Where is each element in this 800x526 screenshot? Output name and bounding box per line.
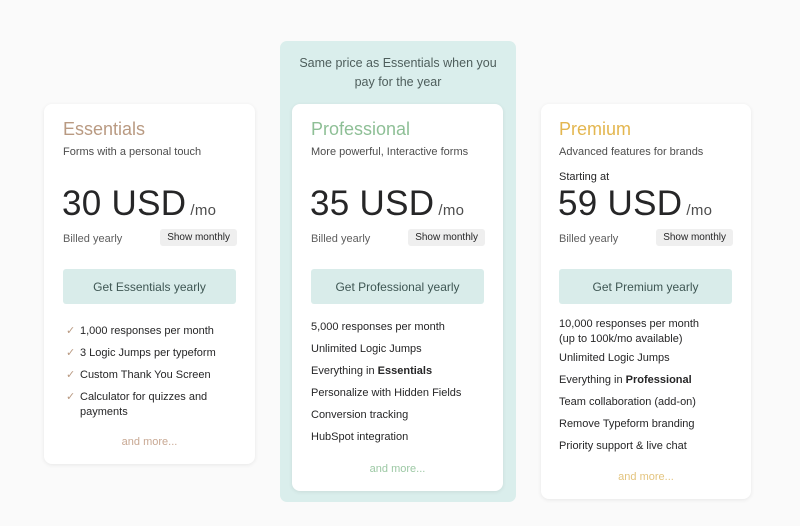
show-monthly-button[interactable]: Show monthly: [160, 229, 237, 246]
feature-item: ✓ 1,000 responses per month: [66, 325, 214, 337]
plan-card-essentials: Essentials Forms with a personal touch 3…: [44, 104, 255, 464]
plan-price: 35 USD/mo: [310, 184, 464, 224]
and-more-link[interactable]: and more...: [292, 463, 503, 475]
and-more-link[interactable]: and more...: [541, 471, 751, 483]
and-more-link[interactable]: and more...: [44, 436, 255, 448]
feature-item: 5,000 responses per month: [311, 321, 445, 333]
feature-item: 10,000 responses per month (up to 100k/m…: [559, 318, 700, 345]
plan-card-professional: Professional More powerful, Interactive …: [292, 104, 503, 491]
plan-subtitle: Forms with a personal touch: [63, 146, 202, 158]
price-amount: 59 USD: [558, 184, 683, 223]
price-amount: 35 USD: [310, 184, 435, 223]
checkmark-icon: ✓: [66, 369, 76, 381]
plan-name: Essentials: [63, 119, 146, 139]
get-professional-button[interactable]: Get Professional yearly: [311, 269, 484, 304]
feature-item: HubSpot integration: [311, 431, 409, 443]
billing-label: Billed yearly: [63, 233, 123, 245]
feature-list: 5,000 responses per month Unlimited Logi…: [311, 320, 489, 452]
feature-list: 10,000 responses per month (up to 100k/m…: [559, 317, 711, 461]
feature-item: Conversion tracking: [311, 409, 409, 421]
checkmark-icon: ✓: [66, 325, 76, 337]
feature-item: Personalize with Hidden Fields: [311, 387, 462, 399]
price-period: /mo: [686, 202, 713, 219]
starting-at-label: Starting at: [559, 171, 610, 183]
recommended-banner-text: Same price as Essentials when you pay fo…: [299, 56, 497, 89]
plan-subtitle: More powerful, Interactive forms: [311, 146, 469, 158]
price-period: /mo: [190, 202, 217, 219]
plan-name: Premium: [559, 119, 632, 139]
feature-item: Unlimited Logic Jumps: [559, 352, 670, 364]
checkmark-icon: ✓: [66, 391, 76, 403]
billing-label: Billed yearly: [559, 233, 619, 245]
plan-card-premium: Premium Advanced features for brands Sta…: [541, 104, 751, 499]
feature-item: Everything in Professional: [559, 374, 692, 386]
plan-price: 30 USD/mo: [62, 184, 216, 224]
feature-item: Remove Typeform branding: [559, 418, 695, 430]
feature-item: Priority support & live chat: [559, 440, 687, 452]
show-monthly-button[interactable]: Show monthly: [408, 229, 485, 246]
price-period: /mo: [438, 202, 465, 219]
get-premium-button[interactable]: Get Premium yearly: [559, 269, 732, 304]
billing-label: Billed yearly: [311, 233, 371, 245]
feature-item: Team collaboration (add-on): [559, 396, 696, 408]
plan-price: 59 USD/mo: [558, 184, 712, 224]
price-amount: 30 USD: [62, 184, 187, 223]
get-essentials-button[interactable]: Get Essentials yearly: [63, 269, 236, 304]
plan-name: Professional: [311, 119, 411, 139]
feature-item: Unlimited Logic Jumps: [311, 343, 422, 355]
feature-list: ✓ 1,000 responses per month ✓ 3 Logic Jump…: [63, 324, 241, 427]
show-monthly-button[interactable]: Show monthly: [656, 229, 733, 246]
feature-item: Everything in Essentials: [311, 365, 433, 377]
checkmark-icon: ✓: [66, 347, 76, 359]
feature-item: ✓ 3 Logic Jumps per typeform: [66, 347, 216, 359]
feature-item: ✓ Calculator for quizzes and payments: [66, 391, 208, 418]
feature-item: ✓ Custom Thank You Screen: [66, 369, 211, 381]
plan-subtitle: Advanced features for brands: [559, 146, 704, 158]
